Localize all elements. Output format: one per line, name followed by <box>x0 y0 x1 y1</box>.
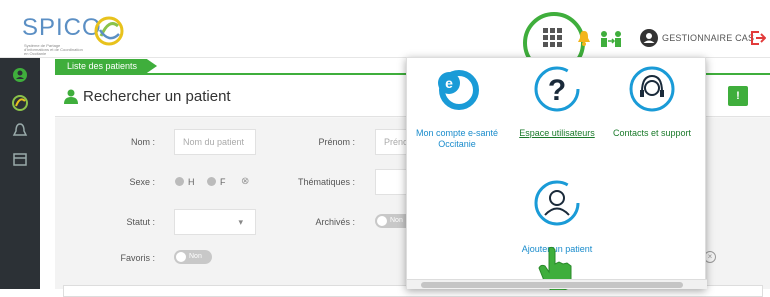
e-sante-logo-icon: e <box>438 70 479 110</box>
logo-swirl-icon <box>94 16 124 46</box>
statut-select[interactable]: ▾ <box>174 209 256 235</box>
user-role-label[interactable]: GESTIONNAIRE CAS <box>662 33 754 43</box>
logout-icon[interactable] <box>750 30 766 46</box>
breadcrumb[interactable]: Liste des patients <box>55 59 158 73</box>
prenom-label: Prénom : <box>318 137 355 147</box>
sidebar-user-icon[interactable] <box>11 66 29 84</box>
svg-text:e: e <box>445 75 453 91</box>
svg-text:?: ? <box>548 74 566 107</box>
archives-toggle-label: Non <box>390 217 403 224</box>
favoris-label: Favoris : <box>120 253 155 263</box>
sexe-h-label: H <box>188 177 195 187</box>
top-bar: SPICO Système de Partage d'Informations … <box>0 0 770 74</box>
add-patient-icon <box>534 180 580 226</box>
patient-icon <box>64 89 78 104</box>
app-label: Mon compte e-santé Occitanie <box>415 128 499 149</box>
favoris-toggle[interactable]: Non <box>174 250 212 264</box>
page-title: Rechercher un patient <box>83 88 231 105</box>
user-account-icon[interactable] <box>640 29 658 47</box>
app-item-esante[interactable]: e Mon compte e-santé Occitanie <box>412 66 502 150</box>
sidebar <box>0 58 40 289</box>
radio-dot-icon <box>175 177 184 186</box>
logo-text: SPICO <box>22 14 102 41</box>
favoris-toggle-label: Non <box>189 253 202 260</box>
sexe-f-label: F <box>220 177 226 187</box>
app-label: Contacts et support <box>612 128 692 138</box>
help-question-icon: ? <box>534 66 580 112</box>
nom-input[interactable]: Nom du patient <box>174 129 256 155</box>
scrollbar-thumb[interactable] <box>421 282 683 288</box>
bell-icon[interactable] <box>578 30 590 46</box>
toggle-knob <box>176 252 186 262</box>
thematiques-label: Thématiques : <box>297 177 355 187</box>
apps-menu-popup: e Mon compte e-santé Occitanie ? Espace … <box>406 57 707 290</box>
chevron-down-icon: ▾ <box>238 217 243 227</box>
clear-sexe-icon[interactable]: ⊗ <box>241 176 249 187</box>
nom-label: Nom : <box>130 137 155 147</box>
logo-subtitle: Système de Partage d'Informations et de … <box>24 43 83 56</box>
transfer-users-icon[interactable] <box>600 30 622 48</box>
headset-support-icon <box>629 66 675 112</box>
sexe-label: Sexe : <box>129 177 155 187</box>
spico-logo[interactable]: SPICO Système de Partage d'Informations … <box>22 14 132 56</box>
app-item-contacts-support[interactable]: Contacts et support <box>607 64 697 139</box>
sidebar-swirl-icon[interactable] <box>11 94 29 112</box>
info-button[interactable]: ! <box>728 86 748 106</box>
sidebar-calendar-icon[interactable] <box>11 150 29 168</box>
archives-label: Archivés : <box>315 217 355 227</box>
horizontal-scrollbar[interactable] <box>407 279 707 289</box>
sexe-f-radio[interactable]: F <box>207 177 226 187</box>
sexe-h-radio[interactable]: H <box>175 177 195 187</box>
statut-label: Statut : <box>126 217 155 227</box>
sidebar-bell-icon[interactable] <box>11 122 29 140</box>
app-item-add-patient[interactable]: Ajouter un patient <box>512 178 602 255</box>
app-item-espace-utilisateurs[interactable]: ? Espace utilisateurs <box>512 64 602 139</box>
radio-dot-icon <box>207 177 216 186</box>
toggle-knob <box>377 216 387 226</box>
app-label: Espace utilisateurs <box>519 128 595 138</box>
